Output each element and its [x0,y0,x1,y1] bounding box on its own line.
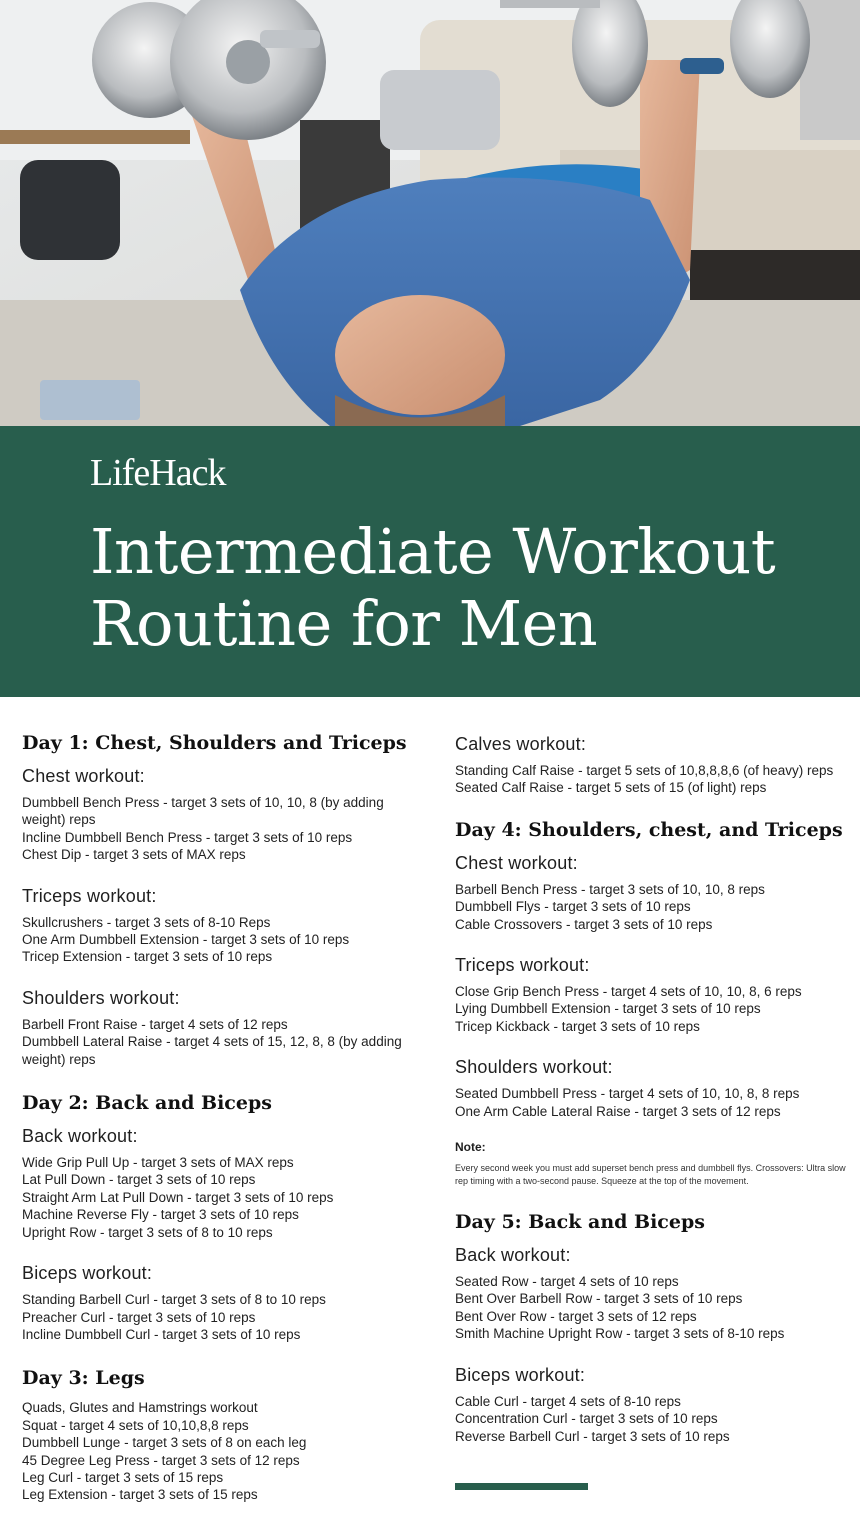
exercise-item: Lying Dumbbell Extension - target 3 sets… [455,1001,761,1017]
section-heading: Shoulders workout: [455,1057,613,1078]
title-banner: LifeHack Intermediate Workout Routine fo… [0,426,860,697]
day-1-triceps-section: Triceps workout: Skullcrushers - target … [22,884,427,966]
exercise-item: Quads, Glutes and Hamstrings workout [22,1400,258,1416]
calves-section: Calves workout: Standing Calf Raise - ta… [455,732,850,797]
exercise-item: Machine Reverse Fly - target 3 sets of 1… [22,1207,299,1223]
exercise-item: Squat - target 4 sets of 10,10,8,8 reps [22,1417,249,1433]
day-5-heading: Day 5: Back and Biceps [455,1211,705,1234]
day-3-heading: Day 3: Legs [22,1367,145,1390]
exercise-item: Skullcrushers - target 3 sets of 8-10 Re… [22,914,271,930]
day-1-heading: Day 1: Chest, Shoulders and Triceps [22,732,407,754]
title-line-2: Routine for Men [90,587,598,660]
note-title: Note: [455,1140,486,1155]
accent-divider [455,1483,588,1490]
exercise-item: Tricep Extension - target 3 sets of 10 r… [22,949,273,965]
exercise-item: One Arm Cable Lateral Raise - target 3 s… [455,1103,781,1119]
exercise-item: Lat Pull Down - target 3 sets of 10 reps [22,1172,256,1188]
exercise-item: 45 Degree Leg Press - target 3 sets of 1… [22,1452,300,1468]
section-heading: Biceps workout: [22,1263,153,1284]
day-5-biceps-section: Biceps workout: Cable Curl - target 4 se… [455,1363,850,1445]
section-heading: Triceps workout: [455,955,590,976]
day-4-chest-section: Chest workout: Barbell Bench Press - tar… [455,851,850,933]
exercise-item: Barbell Front Raise - target 4 sets of 1… [22,1016,288,1032]
left-column: Day 1: Chest, Shoulders and Triceps Ches… [22,730,427,1504]
day-2-heading: Day 2: Back and Biceps [22,1092,272,1115]
section-heading: Chest workout: [455,852,578,873]
exercise-item: Leg Extension - target 3 sets of 15 reps [22,1487,258,1503]
title-line-1: Intermediate Workout [90,515,776,588]
day-3-list: Quads, Glutes and Hamstrings workout Squ… [22,1399,427,1503]
exercise-item: Leg Curl - target 3 sets of 15 reps [22,1469,224,1485]
exercise-item: Barbell Bench Press - target 3 sets of 1… [455,881,765,897]
exercise-item: Close Grip Bench Press - target 4 sets o… [455,984,802,1000]
exercise-item: Wide Grip Pull Up - target 3 sets of MAX… [22,1155,294,1171]
exercise-item: Cable Crossovers - target 3 sets of 10 r… [455,916,713,932]
day-4-triceps-section: Triceps workout: Close Grip Bench Press … [455,953,850,1035]
exercise-item: Standing Calf Raise - target 5 sets of 1… [455,763,834,778]
exercise-item: Smith Machine Upright Row - target 3 set… [455,1326,785,1342]
exercise-item: Dumbbell Bench Press - target 3 sets of … [22,795,384,828]
exercise-item: Tricep Kickback - target 3 sets of 10 re… [455,1018,700,1034]
section-heading: Chest workout: [22,766,145,786]
lifehack-logo: LifeHack [90,452,226,494]
exercise-item: Dumbbell Lateral Raise - target 4 sets o… [22,1034,402,1067]
exercise-item: One Arm Dumbbell Extension - target 3 se… [22,932,350,948]
exercise-item: Bent Over Row - target 3 sets of 12 reps [455,1308,697,1324]
exercise-item: Dumbbell Flys - target 3 sets of 10 reps [455,899,691,915]
exercise-item: Preacher Curl - target 3 sets of 10 reps [22,1309,256,1325]
day-4-heading: Day 4: Shoulders, chest, and Triceps [455,818,843,841]
exercise-item: Seated Dumbbell Press - target 4 sets of… [455,1086,800,1102]
exercise-item: Dumbbell Lunge - target 3 sets of 8 on e… [22,1435,307,1451]
exercise-item: Incline Dumbbell Bench Press - target 3 … [22,829,353,845]
day-5-back-section: Back workout: Seated Row - target 4 sets… [455,1243,850,1343]
day-4-shoulders-section: Shoulders workout: Seated Dumbbell Press… [455,1055,850,1120]
exercise-item: Reverse Barbell Curl - target 3 sets of … [455,1428,730,1444]
exercise-item: Straight Arm Lat Pull Down - target 3 se… [22,1189,334,1205]
section-heading: Back workout: [455,1245,571,1266]
note-text: Every second week you must add superset … [455,1163,846,1186]
page-title: Intermediate Workout Routine for Men [90,516,830,660]
exercise-item: Cable Curl - target 4 sets of 8-10 reps [455,1393,681,1409]
day-2-back-section: Back workout: Wide Grip Pull Up - target… [22,1124,427,1241]
day-2-biceps-section: Biceps workout: Standing Barbell Curl - … [22,1261,427,1343]
exercise-item: Incline Dumbbell Curl - target 3 sets of… [22,1326,301,1342]
hero-photo [0,0,860,426]
section-heading: Back workout: [22,1126,138,1147]
right-column: Calves workout: Standing Calf Raise - ta… [455,732,850,1465]
exercise-item: Upright Row - target 3 sets of 8 to 10 r… [22,1224,273,1240]
exercise-item: Bent Over Barbell Row - target 3 sets of… [455,1291,743,1307]
section-heading: Triceps workout: [22,885,157,906]
section-heading: Biceps workout: [455,1364,586,1385]
exercise-item: Seated Calf Raise - target 5 sets of 15 … [455,780,767,796]
exercise-item: Concentration Curl - target 3 sets of 10… [455,1411,718,1427]
section-heading: Calves workout: [455,734,587,754]
exercise-item: Standing Barbell Curl - target 3 sets of… [22,1292,326,1308]
exercise-item: Chest Dip - target 3 sets of MAX reps [22,847,246,863]
exercise-item: Seated Row - target 4 sets of 10 reps [455,1274,679,1290]
day-1-chest-section: Chest workout: Dumbbell Bench Press - ta… [22,764,427,864]
section-heading: Shoulders workout: [22,987,180,1008]
man-bench-press-illustration [0,0,860,426]
day-1-shoulders-section: Shoulders workout: Barbell Front Raise -… [22,986,427,1068]
